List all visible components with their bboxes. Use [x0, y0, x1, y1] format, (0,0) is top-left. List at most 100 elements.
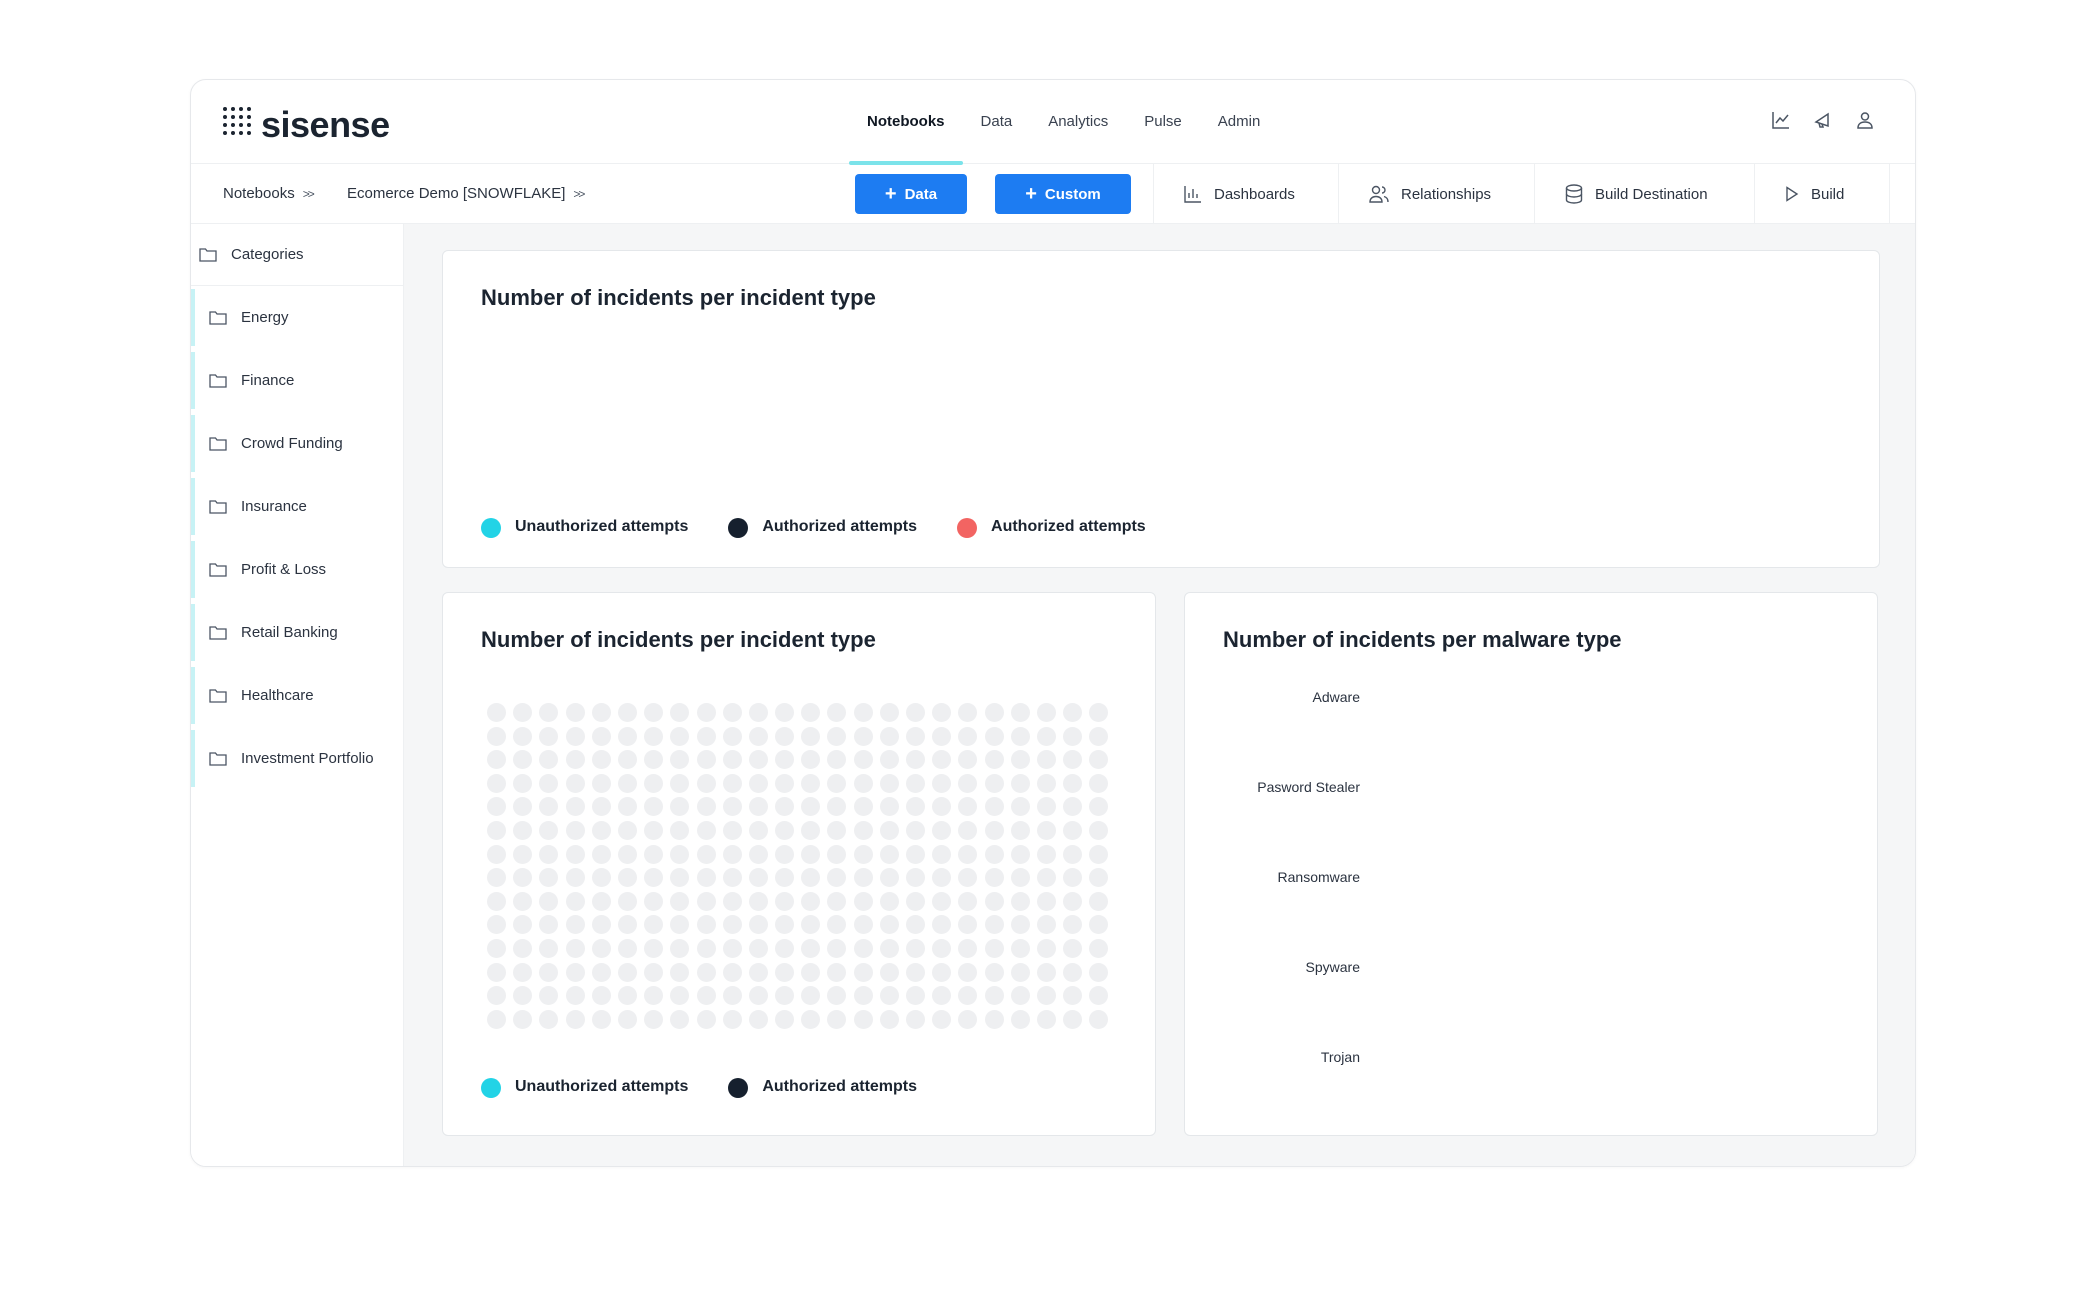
nav-pulse[interactable]: Pulse	[1126, 80, 1200, 164]
legend-swatch	[481, 1078, 501, 1098]
waffle-cell	[775, 797, 795, 817]
folder-icon	[209, 751, 227, 766]
users-icon	[1369, 185, 1389, 203]
sidebar-item-healthcare[interactable]: Healthcare	[191, 664, 403, 727]
waffle-cell	[1010, 891, 1030, 911]
breadcrumb-ecomerce-demo[interactable]: Ecomerce Demo [SNOWFLAKE] >>	[347, 164, 585, 224]
sidebar-item-crowd-funding[interactable]: Crowd Funding	[191, 412, 403, 475]
waffle-cell	[591, 844, 611, 864]
waffle-cell	[801, 891, 821, 911]
waffle-cell	[906, 986, 925, 1006]
waffle-cell	[853, 868, 873, 888]
waffle-cell	[539, 986, 559, 1006]
waffle-cell	[670, 773, 690, 793]
nav-analytics[interactable]: Analytics	[1030, 80, 1126, 164]
legend-item-authorized-red[interactable]: Authorized attempts	[957, 515, 1146, 538]
waffle-cell	[591, 703, 611, 722]
waffle-cell	[539, 938, 559, 958]
waffle-cell	[539, 1009, 559, 1029]
sidebar-item-investment-portfolio[interactable]: Investment Portfolio	[191, 727, 403, 790]
database-icon	[1565, 184, 1583, 204]
waffle-cell	[513, 797, 533, 817]
legend-label: Authorized attempts	[762, 517, 918, 535]
malware-category-axis: Adware Pasword Stealer Ransomware Spyware Tr…	[1185, 689, 1360, 1139]
sidebar-item-label: Crowd Funding	[241, 435, 343, 452]
waffle-cell	[932, 1009, 952, 1029]
waffle-cell	[1036, 1009, 1056, 1029]
waffle-cell	[696, 820, 716, 840]
sidebar-item-profit-loss[interactable]: Profit & Loss	[191, 538, 403, 601]
waffle-cell	[644, 938, 664, 958]
sisense-logo[interactable]: sisense	[223, 104, 390, 146]
waffle-cell	[1063, 820, 1083, 840]
waffle-cell	[670, 868, 690, 888]
waffle-cell	[1010, 750, 1030, 770]
waffle-cell	[670, 1009, 690, 1029]
waffle-cell	[1036, 773, 1056, 793]
nav-notebooks[interactable]: Notebooks	[849, 80, 963, 165]
waffle-cell	[1063, 750, 1083, 770]
megaphone-icon[interactable]	[1813, 110, 1833, 130]
chart-line-icon[interactable]	[1771, 110, 1791, 130]
waffle-cell	[487, 703, 506, 722]
waffle-cell	[487, 820, 506, 840]
waffle-cell	[591, 820, 611, 840]
waffle-cell	[487, 797, 506, 817]
waffle-cell	[644, 820, 664, 840]
sidebar-item-finance[interactable]: Finance	[191, 349, 403, 412]
legend-item-unauthorized[interactable]: Unauthorized attempts	[481, 1075, 688, 1098]
add-custom-button[interactable]: + Custom	[995, 174, 1131, 214]
waffle-cell	[853, 891, 873, 911]
waffle-cell	[513, 726, 533, 746]
waffle-cell	[853, 750, 873, 770]
sidebar-item-insurance[interactable]: Insurance	[191, 475, 403, 538]
waffle-cell	[801, 797, 821, 817]
waffle-cell	[513, 915, 533, 935]
tab-build-destination[interactable]: Build Destination	[1534, 164, 1754, 224]
tab-build[interactable]: Build	[1754, 164, 1890, 224]
nav-admin[interactable]: Admin	[1200, 80, 1279, 164]
waffle-cell	[879, 986, 899, 1006]
legend-item-authorized[interactable]: Authorized attempts	[728, 515, 917, 538]
waffle-cell	[827, 773, 847, 793]
sidebar-item-retail-banking[interactable]: Retail Banking	[191, 601, 403, 664]
waffle-cell	[513, 868, 533, 888]
waffle-cell	[722, 703, 742, 722]
waffle-cell	[617, 844, 637, 864]
waffle-cell	[801, 726, 821, 746]
tab-relationships[interactable]: Relationships	[1338, 164, 1534, 224]
add-data-button[interactable]: + Data	[855, 174, 967, 214]
waffle-cell	[775, 915, 795, 935]
waffle-cell	[670, 962, 690, 982]
waffle-cell	[617, 868, 637, 888]
waffle-cell	[932, 726, 952, 746]
waffle-cell	[1010, 703, 1030, 722]
waffle-cell	[487, 986, 506, 1006]
waffle-cell	[906, 868, 925, 888]
waffle-cell	[539, 703, 559, 722]
categories-header[interactable]: Categories	[191, 224, 403, 286]
tab-label: Build Destination	[1595, 185, 1708, 203]
waffle-cell	[513, 750, 533, 770]
waffle-cell	[827, 962, 847, 982]
waffle-cell	[879, 1009, 899, 1029]
user-icon[interactable]	[1855, 110, 1875, 130]
waffle-cell	[984, 962, 1004, 982]
waffle-cell	[1063, 1009, 1083, 1029]
waffle-cell	[565, 915, 585, 935]
breadcrumb-notebooks[interactable]: Notebooks >>	[223, 164, 315, 224]
sidebar-item-energy[interactable]: Energy	[191, 286, 403, 349]
waffle-cell	[513, 703, 533, 722]
waffle-cell	[748, 726, 768, 746]
waffle-cell	[1036, 844, 1056, 864]
waffle-cell	[670, 938, 690, 958]
waffle-cell	[801, 703, 821, 722]
waffle-cell	[775, 938, 795, 958]
nav-data[interactable]: Data	[963, 80, 1031, 164]
legend-item-unauthorized[interactable]: Unauthorized attempts	[481, 515, 688, 538]
waffle-cell	[513, 844, 533, 864]
legend-item-authorized[interactable]: Authorized attempts	[728, 1075, 917, 1098]
waffle-cell	[644, 986, 664, 1006]
tab-dashboards[interactable]: Dashboards	[1153, 164, 1338, 224]
waffle-cell	[565, 868, 585, 888]
